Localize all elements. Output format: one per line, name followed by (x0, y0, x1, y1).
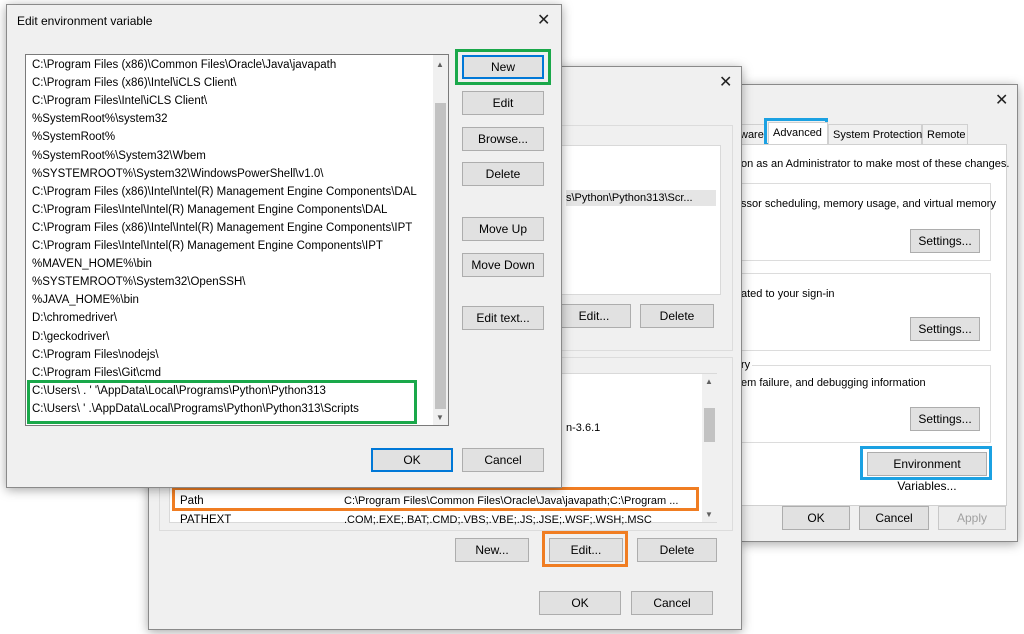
ok-button[interactable]: OK (782, 506, 850, 530)
system-list-scrollbar[interactable]: ▲ ▼ (702, 374, 717, 522)
path-row-highlight (172, 487, 699, 511)
path-entry[interactable]: D:\chromedriver\ (32, 309, 117, 327)
user-edit-button[interactable]: Edit... (557, 304, 631, 328)
user-delete-button[interactable]: Delete (640, 304, 714, 328)
system-delete-button[interactable]: Delete (637, 538, 717, 562)
apply-button[interactable]: Apply (938, 506, 1006, 530)
move-down-button[interactable]: Move Down (462, 253, 544, 277)
cancel-button[interactable]: Cancel (859, 506, 929, 530)
startup-settings-button[interactable]: Settings... (910, 407, 980, 431)
tab-label: Remote (927, 129, 966, 141)
path-entries-list[interactable]: C:\Program Files (x86)\Common Files\Orac… (25, 54, 449, 426)
close-icon[interactable]: ✕ (995, 93, 1008, 109)
python-entries-highlight (27, 380, 417, 424)
path-entry[interactable]: C:\Program Files\nodejs\ (32, 346, 159, 364)
user-path-partial-value: s\Python\Python313\Scr... (566, 190, 716, 206)
path-entry[interactable]: C:\Program Files\Intel\iCLS Client\ (32, 92, 207, 110)
path-entry[interactable]: %SYSTEMROOT%\System32\WindowsPowerShell\… (32, 165, 323, 183)
path-entry[interactable]: C:\Program Files (x86)\Intel\Intel(R) Ma… (32, 183, 417, 201)
system-properties-window: ✕ ware Advanced System Protection Remote… (740, 84, 1018, 542)
path-entry[interactable]: %SystemRoot%\System32\Wbem (32, 147, 206, 165)
user-profiles-desc: ated to your sign-in (741, 288, 835, 300)
var-name: PATHEXT (180, 514, 232, 526)
tab-label: Advanced (773, 127, 822, 139)
profiles-settings-button[interactable]: Settings... (910, 317, 980, 341)
path-entry[interactable]: C:\Program Files (x86)\Common Files\Orac… (32, 56, 336, 74)
path-entry[interactable]: %SYSTEMROOT%\System32\OpenSSH\ (32, 273, 245, 291)
path-entry[interactable]: %MAVEN_HOME%\bin (32, 255, 152, 273)
scroll-down-arrow-icon[interactable]: ▼ (705, 510, 713, 519)
path-entry[interactable]: C:\Program Files\Git\cmd (32, 364, 161, 382)
path-entry[interactable]: %JAVA_HOME%\bin (32, 291, 139, 309)
path-entry[interactable]: %SystemRoot% (32, 128, 115, 146)
var-value: .COM;.EXE;.BAT;.CMD;.VBS;.VBE;.JS;.JSE;.… (344, 514, 652, 526)
tab-hardware[interactable]: ware (740, 124, 767, 144)
path-entry[interactable]: C:\Program Files\Intel\Intel(R) Manageme… (32, 237, 383, 255)
performance-desc: ssor scheduling, memory usage, and virtu… (741, 198, 996, 210)
env-vars-button-highlight (860, 446, 992, 480)
startup-recovery-label: ry (741, 359, 753, 371)
sys-partial-value: n-3.6.1 (566, 422, 601, 434)
performance-settings-button[interactable]: Settings... (910, 229, 980, 253)
entries-scrollbar[interactable]: ▲ ▼ (433, 55, 448, 425)
system-new-button[interactable]: New... (455, 538, 529, 562)
admin-note: on as an Administrator to make most of t… (741, 158, 1010, 170)
path-entry[interactable]: C:\Program Files (x86)\Intel\iCLS Client… (32, 74, 237, 92)
tab-system-protection[interactable]: System Protection (828, 124, 922, 144)
path-entry[interactable]: %SystemRoot%\system32 (32, 110, 168, 128)
close-icon[interactable]: ✕ (719, 75, 732, 91)
edit-env-var-dialog: Edit environment variable ✕ C:\Program F… (6, 4, 562, 488)
scroll-up-arrow-icon[interactable]: ▲ (436, 60, 444, 69)
edit-button-highlight (542, 531, 628, 567)
path-entry[interactable]: C:\Program Files (x86)\Intel\Intel(R) Ma… (32, 219, 412, 237)
close-icon[interactable]: ✕ (537, 13, 550, 29)
new-button-highlight (455, 49, 551, 85)
delete-button[interactable]: Delete (462, 162, 544, 186)
path-entry[interactable]: D:\geckodriver\ (32, 328, 109, 346)
dialog-title: Edit environment variable (17, 14, 153, 28)
scroll-thumb[interactable] (704, 408, 715, 442)
ok-button[interactable]: OK (539, 591, 621, 615)
cancel-button[interactable]: Cancel (462, 448, 544, 472)
edit-text-button[interactable]: Edit text... (462, 306, 544, 330)
tab-label: ware (740, 129, 764, 141)
tab-label: System Protection (833, 129, 923, 141)
path-entry[interactable]: C:\Program Files\Intel\Intel(R) Manageme… (32, 201, 387, 219)
ok-button[interactable]: OK (371, 448, 453, 472)
scroll-down-arrow-icon[interactable]: ▼ (436, 413, 444, 422)
scroll-up-arrow-icon[interactable]: ▲ (705, 377, 713, 386)
scroll-thumb[interactable] (435, 103, 446, 409)
cancel-button[interactable]: Cancel (631, 591, 713, 615)
tab-advanced[interactable]: Advanced (768, 122, 828, 144)
edit-button[interactable]: Edit (462, 91, 544, 115)
sys-var-row-pathext[interactable]: PATHEXT .COM;.EXE;.BAT;.CMD;.VBS;.VBE;.J… (172, 511, 700, 529)
startup-recovery-desc: em failure, and debugging information (741, 377, 926, 389)
move-up-button[interactable]: Move Up (462, 217, 544, 241)
tab-remote[interactable]: Remote (922, 124, 968, 144)
browse-button[interactable]: Browse... (462, 127, 544, 151)
